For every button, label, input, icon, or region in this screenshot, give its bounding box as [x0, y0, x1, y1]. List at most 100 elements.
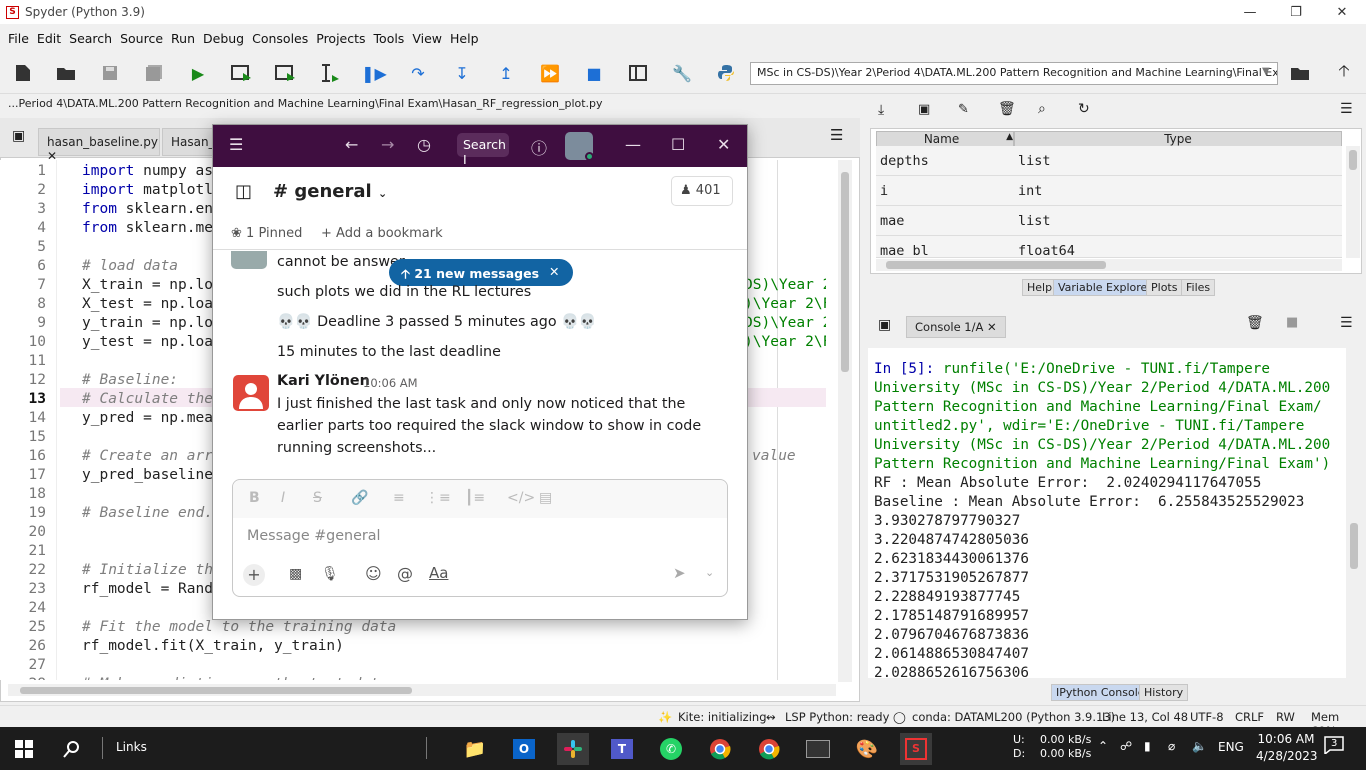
slack-close-icon[interactable]: ✕: [717, 135, 730, 154]
send-options-chevron-icon[interactable]: ⌄: [705, 566, 714, 579]
variable-table-vscrollbar[interactable]: [1346, 146, 1360, 258]
browse-folder-icon[interactable]: [1289, 62, 1311, 84]
combobox-chevron-icon[interactable]: ▼: [1262, 66, 1270, 77]
conda-env[interactable]: conda: DATAML200 (Python 3.9.13): [912, 710, 1115, 724]
working-directory-combobox[interactable]: MSc in CS-DS)\Year 2\Period 4\DATA.ML.20…: [750, 62, 1278, 85]
table-row[interactable]: depths list: [876, 146, 1342, 176]
file-explorer-icon[interactable]: 📁: [459, 733, 491, 765]
browse-console-tabs-icon[interactable]: ▣: [878, 317, 891, 333]
pinned-button[interactable]: ❀ 1 Pinned: [231, 226, 302, 241]
console-output[interactable]: In [5]: runfile('E:/OneDrive - TUNI.fi/T…: [868, 348, 1346, 678]
menu-search[interactable]: Search: [65, 31, 116, 46]
outlook-icon[interactable]: O: [508, 733, 540, 765]
run-cell-advance-icon[interactable]: [275, 62, 297, 84]
video-clip-icon[interactable]: ▩: [289, 566, 302, 582]
slack-search-input[interactable]: Search I: [457, 133, 509, 167]
close-window-button[interactable]: ✕: [1319, 0, 1365, 24]
bold-icon[interactable]: B: [249, 490, 260, 506]
table-row[interactable]: mae list: [876, 206, 1342, 236]
import-data-icon[interactable]: ⤓: [878, 102, 884, 118]
search-icon[interactable]: [56, 733, 88, 765]
refresh-icon[interactable]: ↻: [1078, 101, 1090, 117]
debug-icon[interactable]: ❚▶: [361, 62, 387, 84]
editor-options-menu-icon[interactable]: ☰: [830, 126, 843, 144]
save-icon[interactable]: [99, 62, 121, 84]
bulleted-list-icon[interactable]: ⋮≡: [425, 490, 451, 506]
back-arrow-icon[interactable]: ←: [345, 135, 358, 154]
menu-debug[interactable]: Debug: [199, 31, 248, 46]
help-icon[interactable]: ⓘ: [531, 135, 547, 159]
author-avatar[interactable]: [233, 375, 269, 411]
run-selection-icon[interactable]: [319, 62, 341, 84]
battery-icon[interactable]: ▮: [1144, 739, 1151, 753]
tab-variable-explorer[interactable]: Variable Explorer: [1053, 279, 1157, 296]
spyder-icon[interactable]: S: [900, 733, 932, 765]
tray-device-icon[interactable]: ☍: [1120, 739, 1132, 753]
table-row[interactable]: i int: [876, 176, 1342, 206]
teams-icon[interactable]: T: [606, 733, 638, 765]
slack-icon[interactable]: [557, 733, 589, 765]
minimize-button[interactable]: —: [1227, 0, 1273, 24]
step-out-icon[interactable]: ↥: [495, 62, 517, 84]
menu-file[interactable]: File: [4, 31, 33, 46]
code-line[interactable]: 28 # Make predictions on the test data: [0, 675, 826, 680]
show-hidden-icons-icon[interactable]: ⌃: [1098, 739, 1108, 753]
history-clock-icon[interactable]: ◷: [417, 135, 431, 154]
slack-minimize-icon[interactable]: —: [625, 135, 641, 154]
tab-history[interactable]: History: [1139, 684, 1189, 701]
code-line[interactable]: 26 rf_model.fit(X_train, y_train): [0, 637, 826, 656]
tab-files[interactable]: Files: [1181, 279, 1216, 296]
forward-arrow-icon[interactable]: →: [381, 135, 394, 154]
close-console-tab-icon[interactable]: ✕: [987, 320, 997, 334]
editor-horizontal-scrollbar[interactable]: [8, 684, 836, 696]
browse-tabs-icon[interactable]: ▣: [12, 128, 25, 144]
message-input[interactable]: Message #general: [247, 528, 381, 544]
previous-author-avatar[interactable]: [231, 251, 267, 269]
link-icon[interactable]: 🔗: [351, 490, 368, 506]
menu-source[interactable]: Source: [116, 31, 167, 46]
maximize-pane-icon[interactable]: [627, 62, 649, 84]
kite-status[interactable]: Kite: initializing: [678, 710, 767, 724]
terminal-icon[interactable]: [802, 733, 834, 765]
clock[interactable]: 10:06 AM 4/28/2023: [1256, 731, 1318, 765]
interrupt-kernel-icon[interactable]: ■: [1286, 315, 1298, 330]
links-toolbar[interactable]: Links: [116, 740, 147, 754]
send-icon[interactable]: ➤: [673, 564, 686, 582]
dismiss-banner-icon[interactable]: ✕: [549, 264, 559, 279]
blockquote-icon[interactable]: ┃≡: [465, 490, 485, 506]
ordered-list-icon[interactable]: ≡: [393, 490, 405, 506]
search-variables-icon[interactable]: ⌕: [1038, 101, 1046, 117]
mention-icon[interactable]: @: [397, 564, 413, 583]
restore-button[interactable]: ❐: [1273, 0, 1319, 24]
run-cell-icon[interactable]: [231, 62, 253, 84]
table-row[interactable]: mae_bl float64: [876, 236, 1342, 258]
attach-plus-icon[interactable]: +: [243, 564, 265, 586]
parent-directory-icon[interactable]: 🡡: [1333, 61, 1355, 84]
tab-ipython-console[interactable]: IPython Console: [1051, 684, 1150, 701]
windows-start-icon[interactable]: [8, 733, 40, 765]
run-icon[interactable]: ▶: [187, 62, 209, 84]
slack-menu-icon[interactable]: ☰: [229, 135, 243, 154]
tab-plots[interactable]: Plots: [1146, 279, 1183, 296]
menu-run[interactable]: Run: [167, 31, 199, 46]
continue-icon[interactable]: ⏩: [539, 62, 561, 84]
notifications-icon[interactable]: 3: [1324, 736, 1348, 758]
new-file-icon[interactable]: [12, 62, 34, 84]
menu-help[interactable]: Help: [446, 31, 483, 46]
column-header-type[interactable]: Type: [1014, 131, 1342, 147]
console-menu-icon[interactable]: ☰: [1340, 315, 1353, 331]
paint-icon[interactable]: 🎨: [851, 733, 883, 765]
members-button[interactable]: ♟ 401: [671, 176, 733, 206]
menu-tools[interactable]: Tools: [370, 31, 409, 46]
preferences-wrench-icon[interactable]: 🔧: [671, 62, 693, 84]
wifi-icon[interactable]: ⌀: [1168, 739, 1175, 753]
console-scrollbar[interactable]: [1348, 348, 1360, 676]
user-avatar[interactable]: [565, 132, 594, 161]
microphone-icon[interactable]: 🎙: [321, 566, 339, 582]
volume-icon[interactable]: 🔈: [1192, 739, 1207, 753]
save-data-as-icon[interactable]: ✎: [958, 102, 969, 117]
code-line[interactable]: 27: [0, 656, 826, 675]
add-bookmark-button[interactable]: + Add a bookmark: [321, 226, 443, 241]
step-over-icon[interactable]: ↷: [407, 62, 429, 84]
step-into-icon[interactable]: ↧: [451, 62, 473, 84]
